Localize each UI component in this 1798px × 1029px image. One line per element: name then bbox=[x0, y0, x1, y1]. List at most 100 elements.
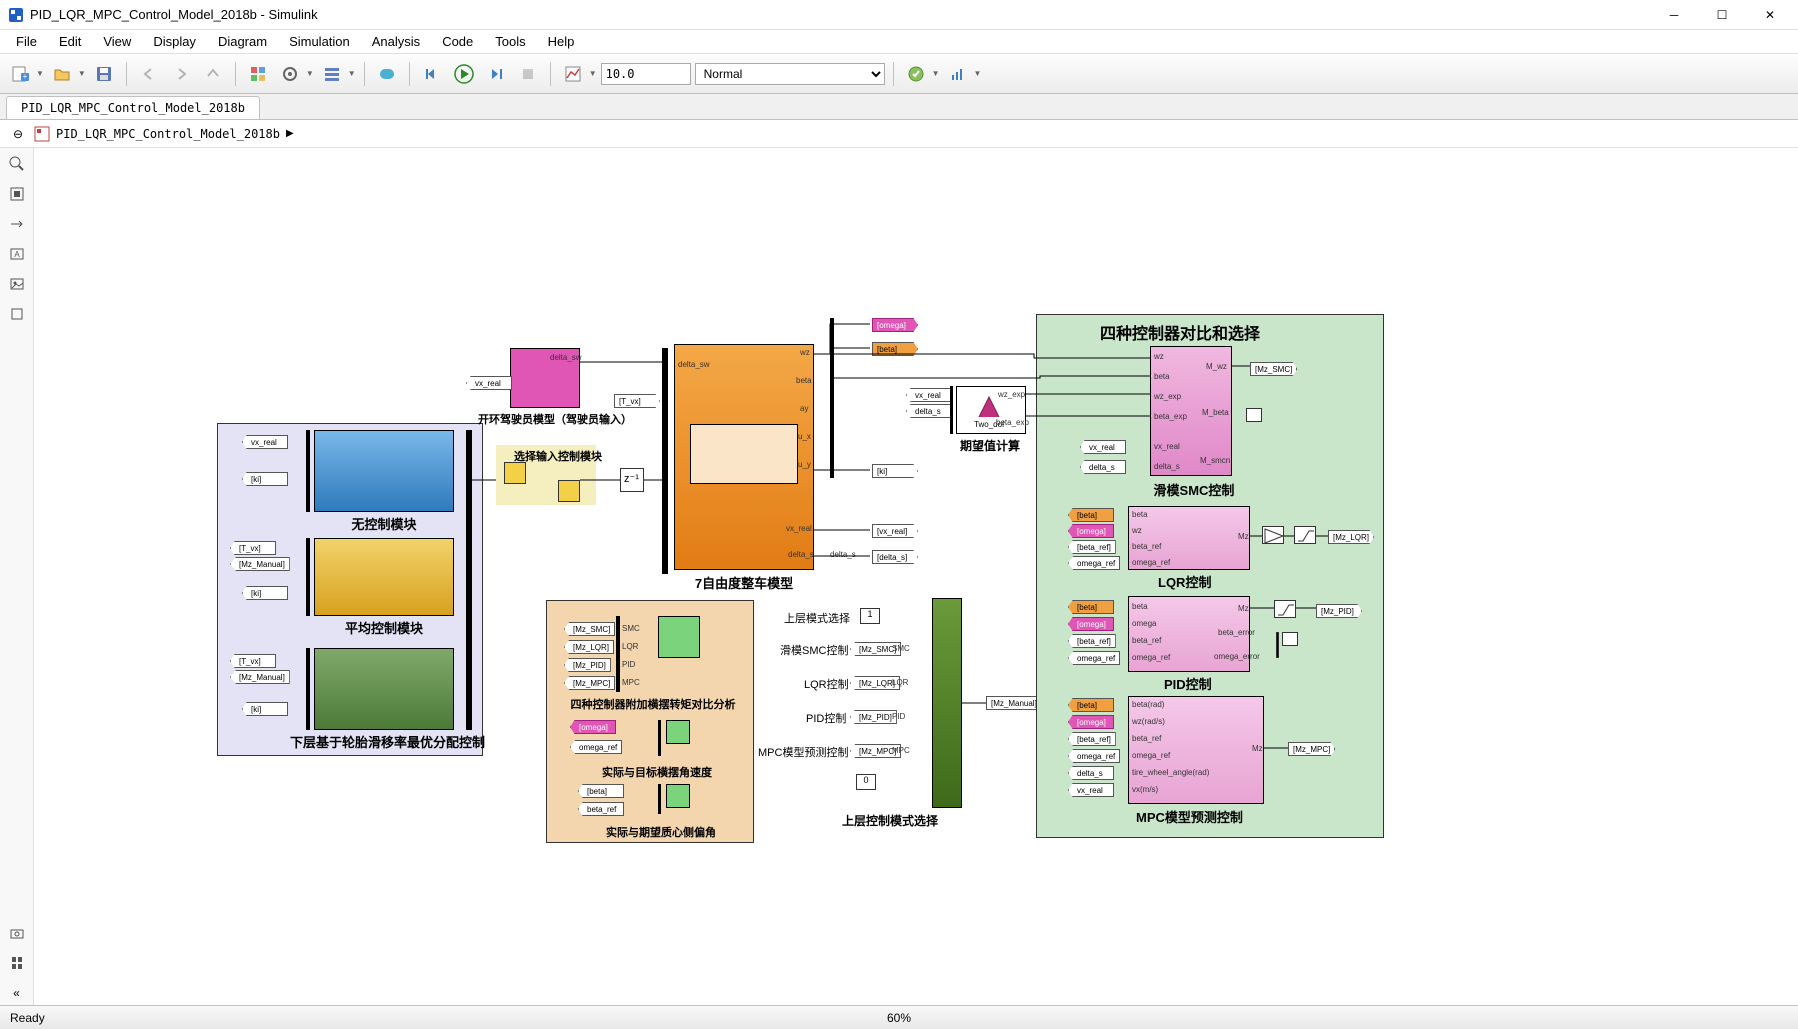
tag-cmp-mid2[interactable]: omega_ref bbox=[570, 740, 622, 754]
tag-ki-1[interactable]: [ki] bbox=[242, 472, 288, 486]
tag-ki-2[interactable]: [ki] bbox=[242, 586, 288, 600]
block-avg-control[interactable] bbox=[314, 538, 454, 616]
const-zero[interactable]: 0 bbox=[856, 774, 876, 790]
block-multiport-switch[interactable] bbox=[932, 598, 962, 808]
tag-mpc-2[interactable]: [omega] bbox=[1068, 715, 1114, 729]
model-config-button[interactable] bbox=[276, 60, 304, 88]
step-back-button[interactable] bbox=[418, 60, 446, 88]
save-button[interactable] bbox=[90, 60, 118, 88]
stop-time-input[interactable] bbox=[601, 63, 691, 85]
tag-mpc-1[interactable]: [beta] bbox=[1068, 698, 1114, 712]
tag-mz-lqr[interactable]: [Mz_LQR] bbox=[1328, 530, 1374, 544]
tag-exp-in1[interactable]: vx_real bbox=[906, 388, 952, 402]
tag-exp-in2[interactable]: delta_s bbox=[906, 404, 952, 418]
up-button[interactable] bbox=[199, 60, 227, 88]
model-explorer-button[interactable] bbox=[318, 60, 346, 88]
forward-button[interactable] bbox=[167, 60, 195, 88]
tag-smc-ds[interactable]: delta_s bbox=[1080, 460, 1126, 474]
tag-lqr-4[interactable]: omega_ref bbox=[1068, 556, 1120, 570]
area-button[interactable] bbox=[5, 302, 29, 326]
maximize-button[interactable]: ☐ bbox=[1702, 5, 1742, 25]
demux-vehicle-out[interactable] bbox=[830, 318, 834, 478]
simulation-mode-select[interactable]: Normal bbox=[695, 63, 885, 85]
tag-cmp2[interactable]: [Mz_LQR] bbox=[564, 640, 614, 654]
zoom-tool-button[interactable] bbox=[5, 152, 29, 176]
scope-compare-mid[interactable] bbox=[666, 720, 690, 744]
demux-vehicle-in[interactable] bbox=[662, 348, 668, 574]
fast-restart-button[interactable] bbox=[373, 60, 401, 88]
image-button[interactable] bbox=[5, 272, 29, 296]
stop-button[interactable] bbox=[514, 60, 542, 88]
tag-pid-4[interactable]: omega_ref bbox=[1068, 651, 1120, 665]
demux-exp[interactable] bbox=[950, 386, 953, 434]
tag-lqr-2[interactable]: [omega] bbox=[1068, 524, 1114, 538]
menu-analysis[interactable]: Analysis bbox=[362, 32, 430, 51]
menu-file[interactable]: File bbox=[6, 32, 47, 51]
terminator-pid-1[interactable] bbox=[1282, 632, 1298, 646]
minimize-button[interactable]: ─ bbox=[1654, 5, 1694, 25]
menu-help[interactable]: Help bbox=[538, 32, 585, 51]
switch-2[interactable] bbox=[558, 480, 580, 502]
close-button[interactable]: ✕ bbox=[1750, 5, 1790, 25]
step-forward-button[interactable] bbox=[482, 60, 510, 88]
dashboard-button[interactable] bbox=[944, 60, 972, 88]
tag-cmp4[interactable]: [Mz_MPC] bbox=[564, 676, 615, 690]
gain-lqr[interactable] bbox=[1262, 526, 1284, 544]
breadcrumb-model[interactable]: PID_LQR_MPC_Control_Model_2018b bbox=[56, 127, 280, 141]
menu-code[interactable]: Code bbox=[432, 32, 483, 51]
screenshot-button[interactable] bbox=[5, 921, 29, 945]
tag-mz-smc[interactable]: [Mz_SMC] bbox=[1250, 362, 1297, 376]
model-tab[interactable]: PID_LQR_MPC_Control_Model_2018b bbox=[6, 96, 260, 119]
tag-omega-out[interactable]: [omega] bbox=[872, 318, 918, 332]
tag-cmp3[interactable]: [Mz_PID] bbox=[564, 658, 611, 672]
menu-display[interactable]: Display bbox=[143, 32, 206, 51]
run-button[interactable] bbox=[450, 60, 478, 88]
menu-view[interactable]: View bbox=[93, 32, 141, 51]
tag-pid-2[interactable]: [omega] bbox=[1068, 617, 1114, 631]
const-1[interactable]: 1 bbox=[860, 608, 880, 624]
tag-vxreal-out[interactable]: [vx_real] bbox=[872, 524, 918, 538]
tag-smc-vx[interactable]: vx_real bbox=[1080, 440, 1126, 454]
tag-mz-manual[interactable]: [Mz_Manual] bbox=[986, 696, 1042, 710]
sat-lqr[interactable] bbox=[1294, 526, 1316, 544]
tag-mode-pid[interactable]: [Mz_PID] bbox=[850, 710, 897, 724]
menu-simulation[interactable]: Simulation bbox=[279, 32, 360, 51]
tag-mpc-5[interactable]: delta_s bbox=[1068, 766, 1114, 780]
tag-pid-1[interactable]: [beta] bbox=[1068, 600, 1114, 614]
tag-vxreal-1[interactable]: vx_real bbox=[242, 435, 288, 449]
tag-mpc-6[interactable]: vx_real bbox=[1068, 783, 1114, 797]
mux-pid-err[interactable] bbox=[1276, 632, 1279, 658]
back-button[interactable] bbox=[135, 60, 163, 88]
data-inspector-button[interactable] bbox=[559, 60, 587, 88]
menu-diagram[interactable]: Diagram bbox=[208, 32, 277, 51]
switch-1[interactable] bbox=[504, 462, 526, 484]
scope-compare-bot[interactable] bbox=[666, 784, 690, 808]
mux-compare-mid[interactable] bbox=[658, 720, 661, 756]
breadcrumb-arrow-icon[interactable]: ▶ bbox=[286, 128, 294, 139]
tag-driver-out[interactable]: [T_vx] bbox=[614, 394, 660, 408]
tag-mzman-3[interactable]: [Mz_Manual] bbox=[230, 670, 290, 684]
collapse-button[interactable]: « bbox=[5, 981, 29, 1005]
tag-lqr-3[interactable]: [beta_ref] bbox=[1068, 540, 1116, 554]
hide-browser-button[interactable]: ⊖ bbox=[8, 124, 28, 144]
tag-ki-out[interactable]: [ki] bbox=[872, 464, 918, 478]
tag-mz-pid[interactable]: [Mz_PID] bbox=[1316, 604, 1362, 618]
library-browser-button[interactable] bbox=[244, 60, 272, 88]
sat-pid[interactable] bbox=[1274, 600, 1296, 618]
tag-deltas-out[interactable]: [delta_s] bbox=[872, 550, 918, 564]
fit-view-button[interactable] bbox=[5, 182, 29, 206]
tag-mpc-3[interactable]: [beta_ref] bbox=[1068, 732, 1116, 746]
mux-left-2[interactable] bbox=[306, 430, 310, 512]
block-tire-slip[interactable] bbox=[314, 648, 454, 730]
tag-mpc-4[interactable]: omega_ref bbox=[1068, 749, 1120, 763]
block-no-control[interactable] bbox=[314, 430, 454, 512]
mux-left-4[interactable] bbox=[306, 648, 310, 730]
tag-tvx-2[interactable]: [T_vx] bbox=[230, 541, 276, 555]
mux-compare-top[interactable] bbox=[616, 616, 620, 692]
mux-left-1[interactable] bbox=[466, 430, 472, 730]
toggle-perspective-button[interactable] bbox=[5, 212, 29, 236]
build-button[interactable] bbox=[902, 60, 930, 88]
scope-compare-top[interactable] bbox=[658, 616, 700, 658]
new-model-button[interactable]: + bbox=[6, 60, 34, 88]
open-button[interactable] bbox=[48, 60, 76, 88]
